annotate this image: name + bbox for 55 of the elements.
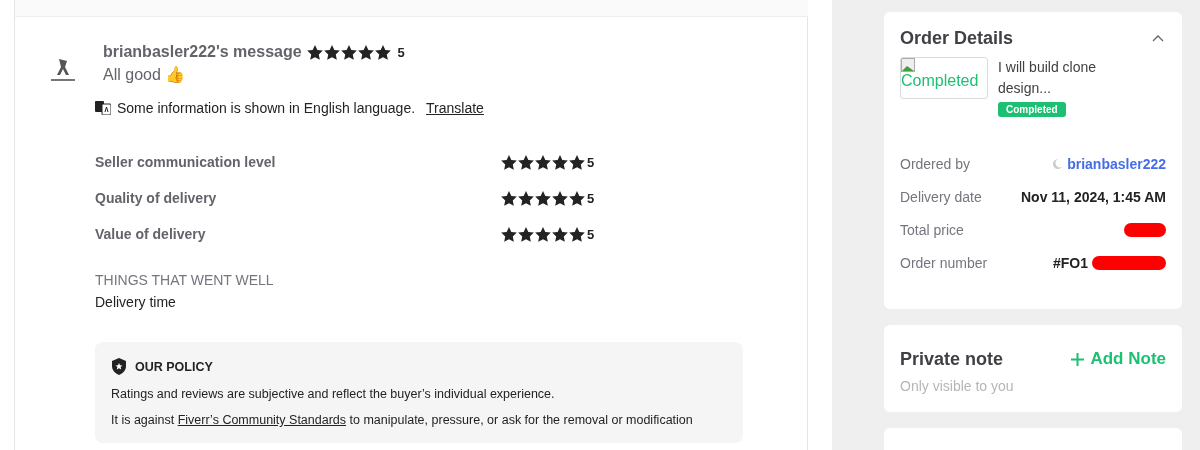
translation-notice: Some information is shown in English language. — [117, 100, 416, 116]
detail-value: #FO1 — [1053, 254, 1088, 271]
broken-image: Completed — [900, 57, 988, 99]
star-icon — [535, 226, 551, 242]
star-icon — [306, 44, 323, 60]
star-icon — [501, 226, 517, 242]
detail-label: Order number — [900, 254, 988, 271]
detail-label: Ordered by — [900, 155, 971, 172]
star-icon — [518, 190, 534, 206]
rating-score: 5 — [587, 154, 595, 170]
section-heading: THINGS THAT WENT WELL — [95, 272, 275, 288]
star-icon — [535, 154, 551, 170]
redaction-mark — [1124, 222, 1166, 237]
moon-icon — [1051, 157, 1064, 170]
star-icon — [518, 226, 534, 242]
star-icon — [552, 226, 568, 242]
rating-score: 5 — [587, 226, 595, 242]
rating-score: 5 — [397, 44, 405, 60]
star-icon — [374, 44, 391, 60]
reviewer-title: brianbasler222's message — [103, 43, 302, 61]
star-icon — [535, 190, 551, 206]
community-standards-link[interactable]: Fiverr’s Community Standards — [177, 413, 347, 427]
shield-icon — [111, 358, 127, 375]
star-icon — [340, 44, 357, 60]
card-title: Order Details — [900, 28, 1014, 49]
detail-value: Nov 11, 2024, 1:45 AM — [1021, 188, 1166, 205]
star-icon — [323, 44, 340, 60]
star-icon — [552, 190, 568, 206]
gig-title[interactable]: I will build clone design... — [998, 57, 1118, 99]
buyer-link[interactable]: brianbasler222 — [1067, 155, 1166, 172]
star-icon — [501, 190, 517, 206]
policy-title: OUR POLICY — [135, 359, 213, 374]
star-icon — [552, 154, 568, 170]
star-icon — [357, 44, 374, 60]
card-subtitle: Only visible to you — [900, 378, 1014, 394]
status-badge: Completed — [998, 102, 1066, 117]
went-well-item: Delivery time — [95, 294, 177, 310]
policy-text: It is against Fiverr’s Community Standards to manipulate, pressure, or ask for the removal or modification — [111, 413, 694, 427]
rating-score: 5 — [587, 190, 595, 206]
star-icon — [501, 154, 517, 170]
policy-text: Ratings and reviews are subjective and reflect the buyer’s individual experience. — [111, 387, 556, 401]
star-icon — [569, 226, 585, 242]
translate-icon — [95, 101, 111, 115]
star-icon — [569, 190, 585, 206]
plus-icon — [1071, 352, 1085, 366]
star-icon — [569, 154, 585, 170]
rating-label: Quality of delivery — [95, 190, 218, 206]
card-title: Private note — [900, 349, 1005, 370]
detail-label: Total price — [900, 221, 964, 238]
rating-label: Value of delivery — [95, 226, 207, 242]
detail-label: Delivery date — [900, 188, 982, 205]
translate-link[interactable]: Translate — [426, 100, 484, 116]
rating-label: Seller communication level — [95, 154, 277, 170]
review-message: All good 👍 — [103, 65, 187, 84]
star-icon — [518, 154, 534, 170]
